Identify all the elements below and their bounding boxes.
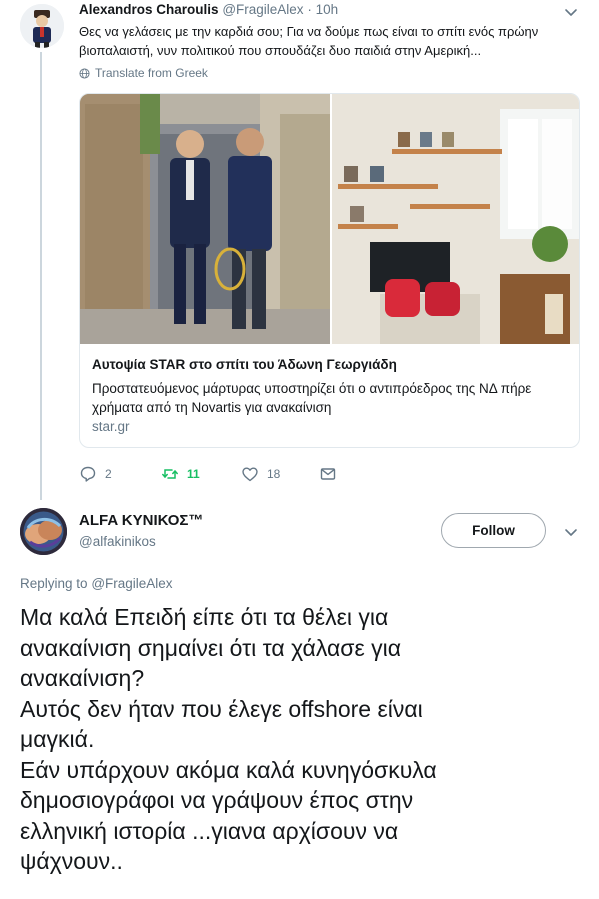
- tweet-line: μαγκιά.: [20, 726, 95, 752]
- parent-avatar[interactable]: [20, 4, 64, 48]
- thread-line: [40, 52, 42, 500]
- card-domain: star.gr: [92, 419, 130, 434]
- message-button[interactable]: [319, 465, 337, 483]
- parent-author-name[interactable]: Alexandros Charoulis: [79, 2, 219, 17]
- parent-author-handle[interactable]: @FragileAlex: [222, 2, 303, 17]
- tweet-line: Εάν υπάρχουν ακόμα καλά κυνηγόσκυλα: [20, 756, 437, 783]
- tweet-line: ανακαίνιση σημαίνει ότι τα χάλασε για: [20, 634, 402, 661]
- tweet-line: ανακαίνιση?: [20, 665, 145, 691]
- like-button[interactable]: 18: [241, 465, 280, 483]
- parent-tweet[interactable]: Alexandros Charoulis @FragileAlex · 10h …: [0, 0, 599, 500]
- main-tweet-text: Μα καλά Επειδή είπε ότι τα θέλει για ανα…: [20, 602, 580, 877]
- replying-to: Replying to @FragileAlex: [20, 576, 173, 591]
- translate-label: Translate from Greek: [95, 66, 208, 80]
- time-separator: ·: [307, 2, 312, 17]
- replying-prefix: Replying to: [20, 576, 88, 591]
- chevron-down-icon[interactable]: [563, 4, 579, 20]
- chevron-down-icon[interactable]: [563, 524, 579, 540]
- translate-link[interactable]: Translate from Greek: [79, 66, 208, 80]
- globe-icon: [79, 67, 90, 79]
- retweet-count: 11: [187, 467, 200, 481]
- like-icon: [242, 467, 258, 482]
- main-author-handle[interactable]: @alfakinikos: [79, 534, 156, 549]
- link-card[interactable]: Αυτοψία STAR στο σπίτι του Άδωνη Γεωργιά…: [79, 93, 580, 448]
- main-author-name[interactable]: ALFA ΚΥΝΙΚΟΣ™: [79, 512, 203, 529]
- tweet-actions: 2 11 18: [79, 465, 379, 489]
- tweet-line: Αυτός δεν ήταν που έλεγε offshore είναι: [20, 695, 423, 722]
- parent-header: Alexandros Charoulis @FragileAlex · 10h: [79, 2, 338, 17]
- card-image: [80, 94, 579, 344]
- main-avatar[interactable]: [20, 508, 67, 555]
- tweet-line: Μα καλά Επειδή είπε ότι τα θέλει για: [20, 604, 389, 630]
- tweet-line: ψάχνουν..: [20, 848, 123, 874]
- retweet-button[interactable]: 11: [161, 465, 200, 483]
- tweet-line: ελληνική ιστορία ...γιανα αρχίσουν να: [20, 817, 399, 844]
- retweet-icon: [162, 469, 178, 479]
- like-count: 18: [267, 467, 281, 481]
- reply-button[interactable]: 2: [79, 465, 112, 483]
- parent-time[interactable]: 10h: [316, 2, 339, 17]
- follow-button[interactable]: Follow: [441, 513, 546, 548]
- replying-to-handle[interactable]: @FragileAlex: [91, 576, 172, 591]
- reply-icon: [80, 466, 96, 482]
- parent-tweet-text: Θες να γελάσεις με την καρδιά σου; Για ν…: [79, 24, 539, 58]
- reply-count: 2: [105, 467, 112, 481]
- message-icon: [320, 468, 336, 480]
- tweet-line: δημοσιογράφοι να γράψουν έπος στην: [20, 787, 414, 813]
- card-title[interactable]: Αυτοψία STAR στο σπίτι του Άδωνη Γεωργιά…: [92, 357, 397, 372]
- card-description: Προστατευόμενος μάρτυρας υποστηρίζει ότι…: [92, 381, 532, 415]
